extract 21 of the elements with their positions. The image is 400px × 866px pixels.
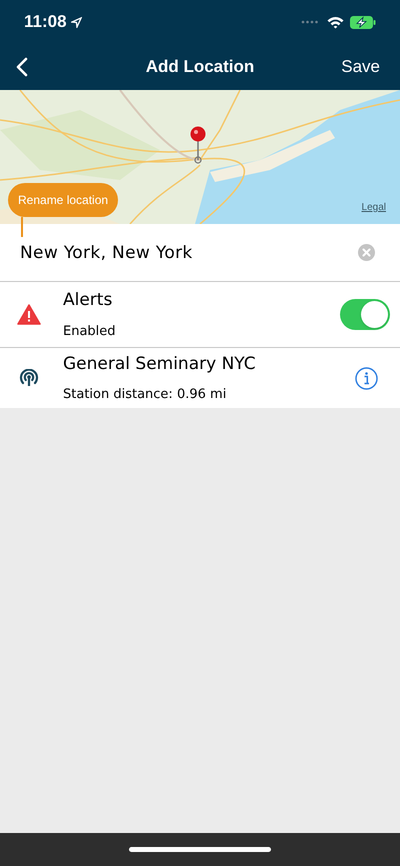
antenna-signal-icon: [19, 369, 39, 387]
screen-title: Add Location: [146, 56, 254, 78]
alerts-status: Enabled: [63, 322, 117, 340]
station-name: General Seminary NYC: [63, 352, 257, 376]
signal-icon: [301, 20, 319, 24]
warning-icon: [17, 304, 41, 325]
battery-charging-icon: [350, 16, 376, 28]
back-chevron-icon: [16, 57, 28, 77]
alerts-label: Alerts: [63, 289, 114, 312]
station-row[interactable]: General Seminary NYC Station distance: 0.96 mi: [0, 348, 400, 408]
legal-link[interactable]: Legal: [362, 200, 386, 215]
location-arrow-icon: [70, 16, 82, 28]
save-button[interactable]: Save: [341, 54, 380, 80]
map-pin-icon: [189, 126, 207, 164]
clear-icon[interactable]: [358, 244, 375, 261]
alerts-toggle[interactable]: [340, 299, 390, 330]
location-name-field[interactable]: New York, New York: [0, 224, 400, 282]
wifi-icon: [327, 16, 344, 28]
info-icon[interactable]: [355, 366, 378, 390]
station-distance: Station distance: 0.96 mi: [63, 386, 228, 404]
clock-time: 11:08: [24, 11, 67, 34]
